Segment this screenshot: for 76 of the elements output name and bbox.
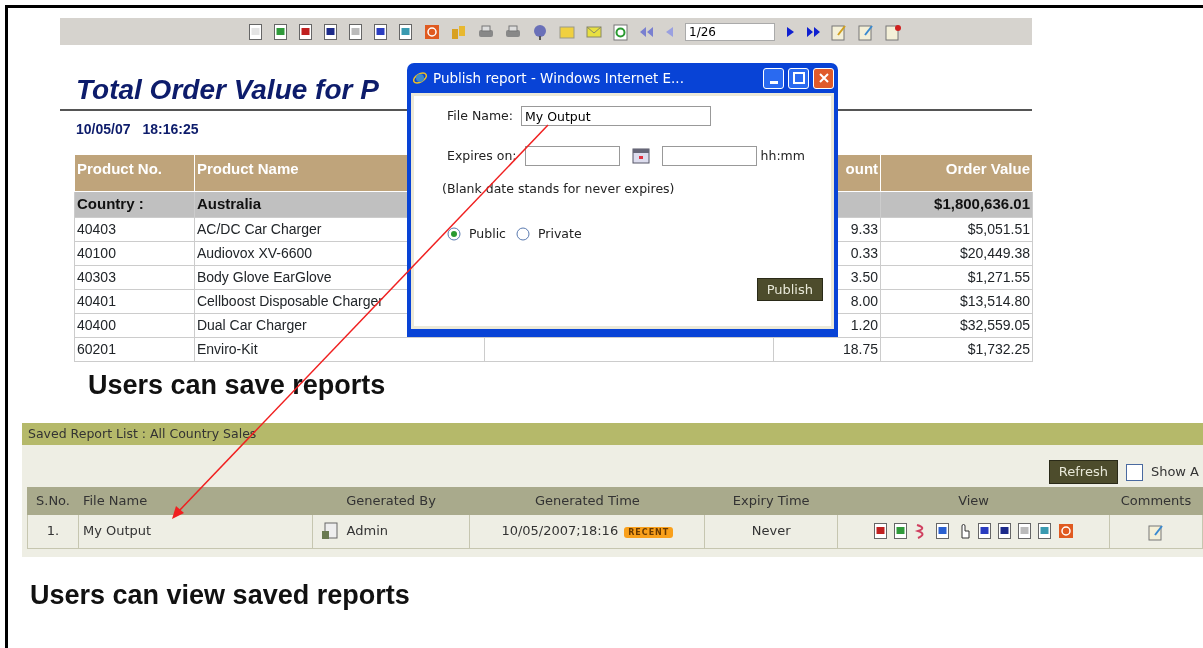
- page-icon[interactable]: [298, 22, 314, 41]
- radio-button[interactable]: [516, 227, 530, 242]
- report-title: Total Order Value for P: [76, 75, 379, 106]
- note-pencil-icon[interactable]: [857, 22, 875, 41]
- field-label: File Name:: [447, 106, 513, 125]
- group-total: $1,800,636.01: [880, 191, 1033, 217]
- table-cell: $20,449.38: [880, 241, 1033, 265]
- page-icon[interactable]: [398, 22, 414, 41]
- view-page-icon[interactable]: [996, 522, 1013, 540]
- page-icon[interactable]: [348, 22, 364, 41]
- table-cell: 40100: [74, 241, 195, 265]
- radio-button[interactable]: [447, 227, 461, 242]
- table-cell: $32,559.05: [880, 313, 1033, 337]
- view-square-icon[interactable]: [1056, 522, 1075, 540]
- generated-time: 10/05/2007;18:16: [501, 523, 619, 539]
- globe-icon[interactable]: [531, 22, 549, 41]
- refresh-button[interactable]: Refresh: [1048, 460, 1118, 484]
- table-cell: 40403: [74, 217, 195, 241]
- table-cell: Never: [704, 514, 838, 548]
- square-icon[interactable]: [423, 22, 441, 41]
- table-cell: $1,732.25: [880, 337, 1033, 361]
- refresh-icon[interactable]: [612, 22, 630, 41]
- page-field[interactable]: 1/26: [685, 22, 775, 41]
- maximize-icon: [792, 72, 805, 84]
- user-document-icon: [320, 522, 339, 540]
- report-date: 10/05/07: [76, 120, 131, 139]
- note-pencil-icon[interactable]: [884, 22, 902, 41]
- radio-option[interactable]: Private: [516, 224, 582, 244]
- view-page-icon[interactable]: [1016, 522, 1033, 540]
- view-page-icon[interactable]: [1036, 522, 1053, 540]
- column-header: Generated By: [312, 487, 470, 514]
- table-cell: $1,271.55: [880, 265, 1033, 289]
- calendar-icon[interactable]: [631, 147, 650, 166]
- file-name-field[interactable]: My Output: [521, 106, 711, 126]
- page-icon[interactable]: [323, 22, 339, 41]
- close-icon: [817, 72, 830, 84]
- column-header: Order Value: [880, 154, 1033, 192]
- view-page-icon[interactable]: [934, 522, 951, 540]
- table-cell: $5,051.51: [880, 217, 1033, 241]
- view-page-icon[interactable]: [892, 522, 909, 540]
- user-name: Admin: [346, 522, 388, 541]
- table-cell: 60201: [74, 337, 195, 361]
- column-header: File Name: [78, 487, 313, 514]
- table-cell: 40303: [74, 265, 195, 289]
- caption: Users can view saved reports: [30, 579, 410, 612]
- close-button[interactable]: [813, 67, 834, 89]
- caption: Users can save reports: [88, 369, 386, 402]
- table-cell: 40401: [74, 289, 195, 313]
- table-cell: 1.: [27, 514, 79, 548]
- publish-button[interactable]: Publish: [756, 277, 823, 301]
- column-header: View: [837, 487, 1110, 514]
- checkbox-label: Show A: [1150, 463, 1199, 482]
- note-pencil-icon[interactable]: [1147, 522, 1165, 541]
- column-header: S.No.: [27, 487, 79, 514]
- date-field[interactable]: [524, 146, 620, 166]
- maximize-button[interactable]: [788, 67, 809, 89]
- view-page-icon[interactable]: [872, 522, 889, 540]
- time-field[interactable]: [661, 146, 757, 166]
- page-icon[interactable]: [248, 22, 264, 41]
- page-icon[interactable]: [273, 22, 289, 41]
- group-label: Country :: [74, 191, 195, 217]
- table-cell: 40400: [74, 313, 195, 337]
- column-header: Product No.: [74, 154, 195, 192]
- recent-badge: RECENT: [624, 527, 674, 539]
- report-time: 18:16:25: [142, 120, 199, 139]
- table-cell: $13,514.80: [880, 289, 1033, 313]
- window-title: Publish report - Windows Internet E...: [433, 68, 685, 88]
- table-cell: My Output: [78, 514, 313, 548]
- page-icon[interactable]: [373, 22, 389, 41]
- column-header: Expiry Time: [704, 487, 838, 514]
- column-header: Generated Time: [469, 487, 705, 514]
- minimize-button[interactable]: [763, 67, 784, 89]
- view-page-icon[interactable]: [976, 522, 993, 540]
- column-header: Comments: [1109, 487, 1203, 514]
- checkbox[interactable]: [1125, 463, 1143, 481]
- minimize-icon: [769, 80, 778, 84]
